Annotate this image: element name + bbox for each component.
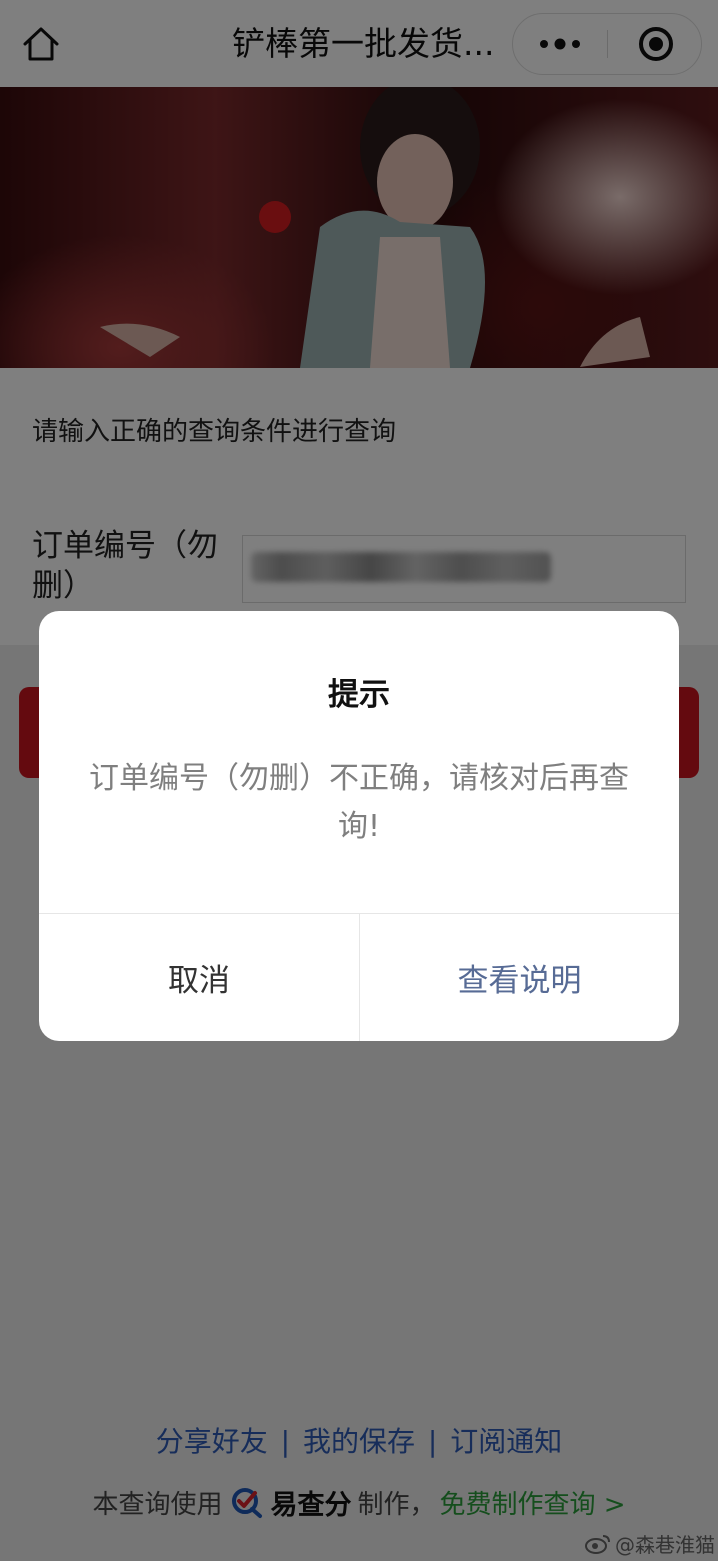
dialog-title: 提示 — [328, 677, 390, 713]
weibo-watermark: @森巷淮猫 — [585, 1528, 715, 1558]
view-instructions-button[interactable]: 查看说明 — [359, 914, 679, 1041]
weibo-icon — [585, 1535, 610, 1554]
cancel-button[interactable]: 取消 — [39, 914, 359, 1041]
watermark-text: @森巷淮猫 — [615, 1532, 715, 1557]
dialog-message: 订单编号（勿删）不正确，请核对后再查询! — [89, 761, 629, 844]
dialog-actions: 取消 查看说明 — [39, 913, 679, 1041]
